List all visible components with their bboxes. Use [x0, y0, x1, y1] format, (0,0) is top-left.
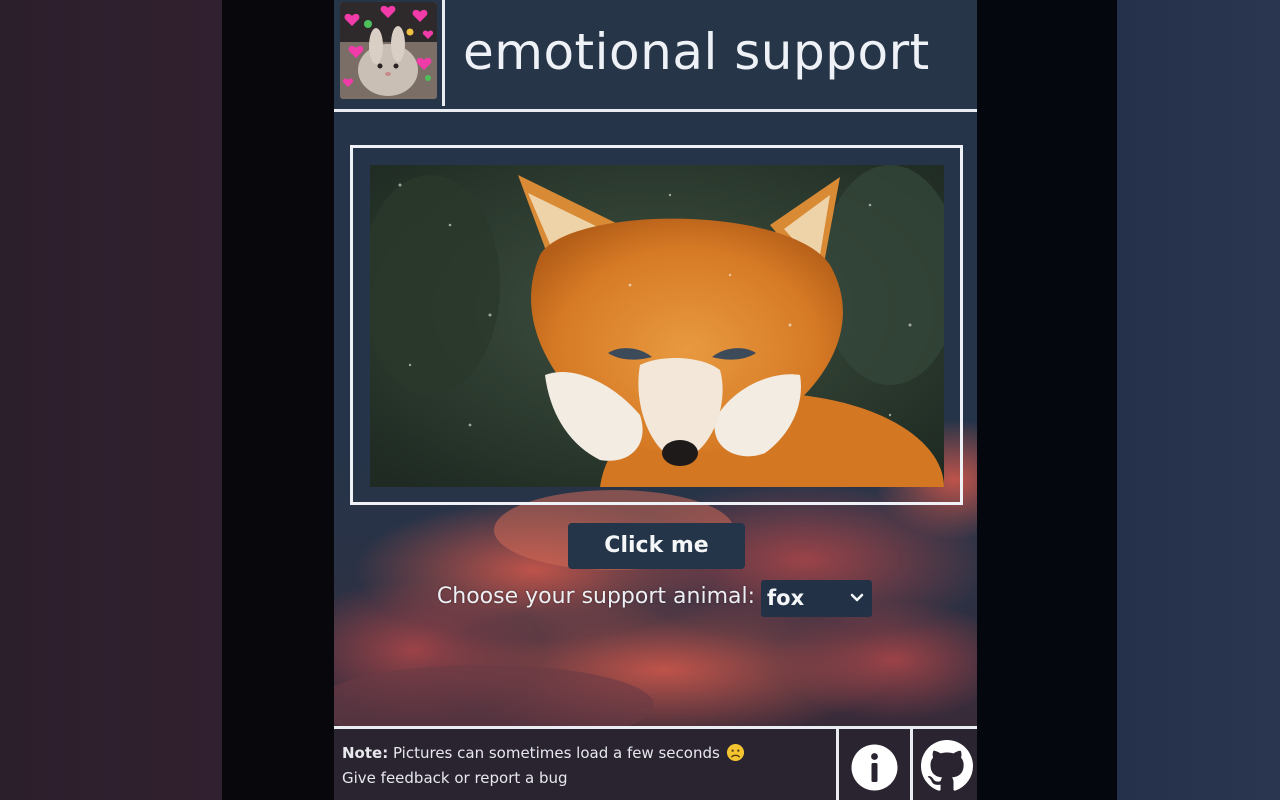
- animal-select[interactable]: fox: [761, 580, 872, 617]
- fox-photo: [370, 165, 944, 487]
- browser-background-dark: [222, 0, 334, 800]
- footer-divider: [836, 729, 839, 800]
- note-text: Pictures can sometimes load a few second…: [388, 744, 720, 762]
- loading-note: Note: Pictures can sometimes load a few …: [342, 741, 745, 766]
- animal-chooser: Choose your support animal: fox: [334, 578, 977, 618]
- app-title: emotional support: [463, 23, 930, 81]
- click-me-button[interactable]: Click me: [568, 523, 745, 569]
- github-icon[interactable]: [921, 740, 973, 792]
- animal-photo-frame: [350, 145, 963, 505]
- browser-background-right: [1117, 0, 1280, 800]
- animal-select-value: fox: [767, 586, 805, 610]
- footer-divider: [910, 729, 913, 800]
- bunny-with-hearts-icon: [340, 2, 437, 99]
- extension-popup: emotional support Click me Choose your s…: [334, 0, 977, 800]
- feedback-link[interactable]: Give feedback or report a bug: [342, 769, 568, 787]
- browser-background-left: [0, 0, 222, 800]
- chevron-down-icon: [850, 588, 864, 608]
- sad-face-icon: [726, 743, 744, 762]
- note-label: Note:: [342, 744, 389, 762]
- footer: Note: Pictures can sometimes load a few …: [334, 726, 977, 800]
- header-divider: [442, 0, 445, 106]
- info-icon[interactable]: [850, 743, 899, 792]
- chooser-label: Choose your support animal:: [436, 584, 755, 609]
- footer-note: Note: Pictures can sometimes load a few …: [342, 741, 745, 791]
- browser-background-dark-right: [977, 0, 1117, 800]
- header: emotional support: [334, 0, 977, 112]
